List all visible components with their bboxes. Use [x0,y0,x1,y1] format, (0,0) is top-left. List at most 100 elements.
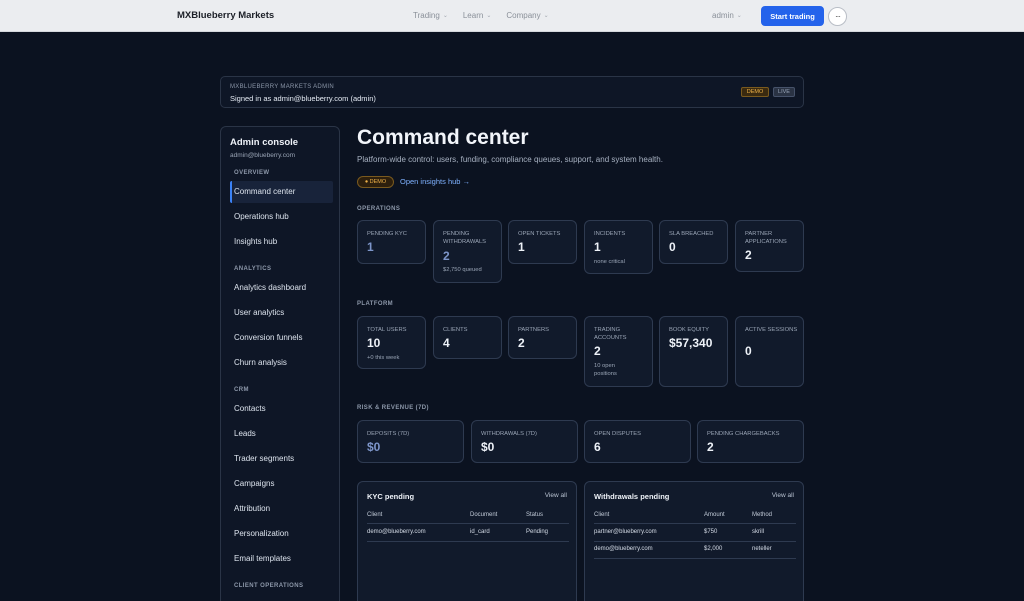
column-header-client: Client [594,512,610,518]
card-note: +0 this week [367,355,400,361]
divider [594,558,796,559]
withdrawals-pending-panel: Withdrawals pending View all Client Amou… [584,481,804,601]
nav-learn-label: Learn [462,11,484,20]
card-active-sessions[interactable]: ACTIVE SESSIONS 0 [735,316,804,387]
card-value: 2 [745,248,752,262]
sidebar: Admin console admin@blueberry.com OVERVI… [220,126,340,601]
card-trading-accounts[interactable]: TRADING ACCOUNTS 2 10 open positions [584,316,653,387]
card-pending-kyc[interactable]: PENDING KYC 1 [357,220,426,264]
page-title: Command center [357,126,529,149]
divider [367,541,569,542]
nav-trading-label: Trading [413,11,440,20]
view-all-link[interactable]: View all [545,492,567,499]
sidebar-item-operations-hub[interactable]: Operations hub [234,212,289,221]
nav-company[interactable]: Company ⌄ [506,11,548,20]
sidebar-item-command-center[interactable]: Command center [234,187,295,196]
card-open-disputes[interactable]: OPEN DISPUTES 6 [584,420,691,463]
sidebar-item-leads[interactable]: Leads [234,429,256,438]
card-total-users[interactable]: TOTAL USERS 10 +0 this week [357,316,426,369]
top-nav: MXBlueberry Markets Trading ⌄ Learn ⌄ Comp… [0,0,1024,32]
card-book-equity[interactable]: BOOK EQUITY $57,340 [659,316,728,387]
card-label: PARTNER APPLICATIONS [745,231,787,245]
demo-badge: ● DEMO [357,176,394,188]
card-value: 2 [594,344,601,358]
table-cell-amount: $750 [704,529,718,535]
brand-logo[interactable]: MXBlueberry Markets [177,10,274,21]
demo-tag[interactable]: DEMO [741,87,769,97]
card-label: INCIDENTS [594,231,626,237]
sidebar-item-conversion-funnels[interactable]: Conversion funnels [234,333,302,342]
signed-in-text: Signed in as admin@blueberry.com (admin) [230,94,376,103]
table-cell-client[interactable]: demo@blueberry.com [367,529,426,535]
page-subtitle: Platform-wide control: users, funding, c… [357,155,663,164]
card-partner-applications[interactable]: PARTNER APPLICATIONS 2 [735,220,804,272]
divider [367,523,569,524]
card-partners[interactable]: PARTNERS 2 [508,316,577,359]
live-tag[interactable]: LIVE [773,87,795,97]
card-value: 10 [367,336,381,350]
card-label: TRADING ACCOUNTS [594,327,627,341]
sidebar-item-trader-segments[interactable]: Trader segments [234,454,294,463]
card-note: 10 open positions [594,363,617,377]
card-label: ACTIVE SESSIONS [745,327,798,333]
column-header-amount: Amount [704,512,725,518]
card-open-tickets[interactable]: OPEN TICKETS 1 [508,220,577,264]
card-pending-chargebacks[interactable]: PENDING CHARGEBACKS 2 [697,420,804,463]
nav-trading[interactable]: Trading ⌄ [413,11,448,20]
card-value: 2 [707,440,714,454]
section-platform: PLATFORM [357,301,394,307]
card-withdrawals[interactable]: WITHDRAWALS (7D) $0 [471,420,578,463]
user-menu-label: admin [712,11,734,20]
card-value: 1 [518,240,525,254]
card-label: PENDING KYC [367,231,407,237]
chevron-down-icon: ⌄ [543,13,549,19]
nav-learn[interactable]: Learn ⌄ [463,11,492,20]
banner-eyebrow: MXBLUEBERRY MARKETS ADMIN [230,84,334,90]
card-sla-breached[interactable]: SLA BREACHED 0 [659,220,728,264]
sidebar-section-crm: CRM [234,387,249,393]
sidebar-item-personalization[interactable]: Personalization [234,529,289,538]
sidebar-section-overview: OVERVIEW [234,170,270,176]
card-clients[interactable]: CLIENTS 4 [433,316,502,359]
card-value: 1 [594,240,601,254]
chevron-down-icon: ⌄ [442,13,448,19]
card-incidents[interactable]: INCIDENTS 1 none critical [584,220,653,274]
card-value: 2 [518,336,525,350]
table-cell-client[interactable]: demo@blueberry.com [594,546,653,552]
start-trading-button[interactable]: Start trading [761,6,824,26]
user-menu[interactable]: admin ⌄ [712,11,742,20]
card-label: DEPOSITS (7D) [367,431,410,437]
column-header-method: Method [752,512,773,518]
sidebar-item-insights-hub[interactable]: Insights hub [234,237,277,246]
sidebar-item-campaigns[interactable]: Campaigns [234,479,274,488]
sidebar-item-analytics-dashboard[interactable]: Analytics dashboard [234,283,306,292]
sidebar-item-attribution[interactable]: Attribution [234,504,270,513]
table-cell-client[interactable]: partner@blueberry.com [594,529,657,535]
sidebar-email: admin@blueberry.com [230,152,296,159]
card-value: 1 [367,240,374,254]
sidebar-section-analytics: ANALYTICS [234,266,272,272]
open-insights-link[interactable]: Open insights hub → [400,177,470,186]
sidebar-section-client-operations: CLIENT OPERATIONS [234,583,304,589]
chevron-down-icon: ⌄ [486,13,492,19]
card-label: OPEN TICKETS [518,231,561,237]
view-all-link[interactable]: View all [772,492,794,499]
sidebar-item-email-templates[interactable]: Email templates [234,554,291,563]
card-value: $0 [367,440,381,454]
sidebar-title: Admin console [230,137,299,148]
section-operations: OPERATIONS [357,206,401,212]
card-value: $57,340 [669,336,713,350]
card-pending-withdrawals[interactable]: PENDING WITHDRAWALS 2 $2,750 queued [433,220,502,283]
panel-title: KYC pending [367,492,415,501]
divider [594,523,796,524]
sidebar-item-churn-analysis[interactable]: Churn analysis [234,358,287,367]
panel-title: Withdrawals pending [594,492,670,501]
table-cell-method: neteller [752,546,772,552]
table-cell-document: id_card [470,529,490,535]
divider [594,541,796,542]
admin-banner: MXBLUEBERRY MARKETS ADMIN Signed in as a… [220,76,804,108]
card-deposits[interactable]: DEPOSITS (7D) $0 [357,420,464,463]
sidebar-item-contacts[interactable]: Contacts [234,404,266,413]
more-options-button[interactable]: ··· [828,7,847,26]
sidebar-item-user-analytics[interactable]: User analytics [234,308,284,317]
